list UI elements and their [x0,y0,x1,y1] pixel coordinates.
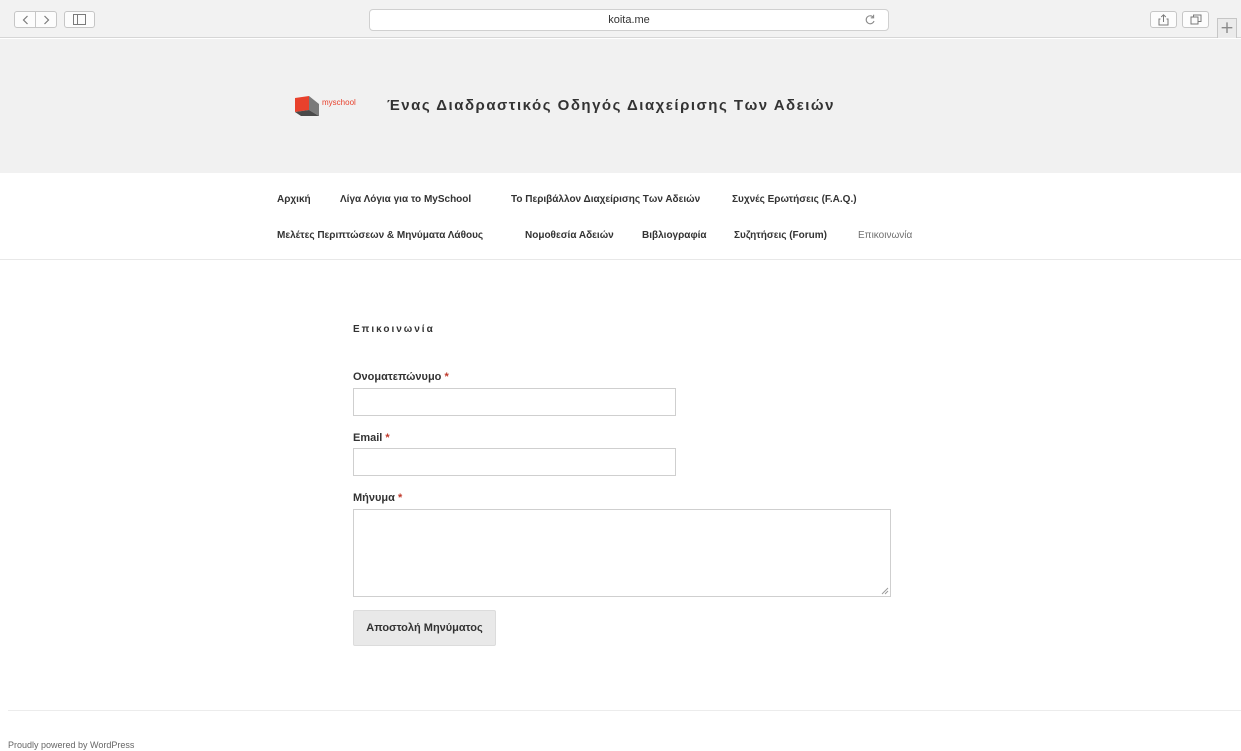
footer-credit[interactable]: Proudly powered by WordPress [8,740,134,750]
tabs-overview-button[interactable] [1182,11,1209,28]
name-input[interactable] [353,388,676,416]
nav-item-forum[interactable]: Συζητήσεις (Forum) [734,230,827,241]
email-label-text: Email [353,432,383,444]
send-message-button[interactable]: Αποστολή Μηνύματος [353,610,496,646]
reload-icon[interactable] [864,14,876,26]
plus-icon: + [1219,18,1235,38]
nav-item-faq[interactable]: Συχνές Ερωτήσεις (F.A.Q.) [732,194,857,205]
back-button[interactable] [15,12,35,27]
address-url: koita.me [608,14,650,26]
resize-grip-icon[interactable] [881,587,889,595]
nav-item-contact[interactable]: Επικοινωνία [858,230,912,241]
share-button[interactable] [1150,11,1177,28]
history-nav [14,11,57,28]
logo-text: myschool [322,98,356,107]
footer-divider [8,710,1241,711]
tabs-icon [1190,14,1201,25]
share-icon [1158,14,1169,26]
required-marker: * [385,432,390,444]
nav-item-environment[interactable]: Το Περιβάλλον Διαχείρισης Των Αδειών [511,194,700,205]
address-bar[interactable]: koita.me [369,9,889,31]
site-title[interactable]: Ένας Διαδραστικός Οδηγός Διαχείρισης Των… [387,97,835,114]
sidebar-icon [73,14,86,25]
nav-item-legislation[interactable]: Νομοθεσία Αδειών [525,230,614,241]
nav-item-bibliography[interactable]: Βιβλιογραφία [642,230,707,241]
new-tab-button[interactable]: + [1217,18,1237,38]
message-label: Μήνυμα * [353,492,402,504]
nav-item-home[interactable]: Αρχική [277,194,311,205]
chevron-left-icon [22,15,28,24]
page-title: Επικοινωνία [353,324,435,335]
email-label: Email * [353,432,390,444]
main-navigation [0,173,1241,260]
nav-item-about[interactable]: Λίγα Λόγια για το MySchool [340,194,471,205]
name-label-text: Ονοματεπώνυμο [353,371,442,383]
message-textarea[interactable] [353,509,891,597]
nav-item-case-studies[interactable]: Μελέτες Περιπτώσεων & Μηνύματα Λάθους [277,230,483,241]
email-input[interactable] [353,448,676,476]
message-label-text: Μήνυμα [353,492,395,504]
sidebar-button[interactable] [64,11,95,28]
forward-button[interactable] [35,12,56,27]
chevron-right-icon [43,15,49,24]
myschool-logo[interactable]: myschool [291,94,371,116]
required-marker: * [444,371,449,383]
browser-toolbar: koita.me + [0,0,1241,38]
name-label: Ονοματεπώνυμο * [353,371,449,383]
required-marker: * [397,492,403,504]
